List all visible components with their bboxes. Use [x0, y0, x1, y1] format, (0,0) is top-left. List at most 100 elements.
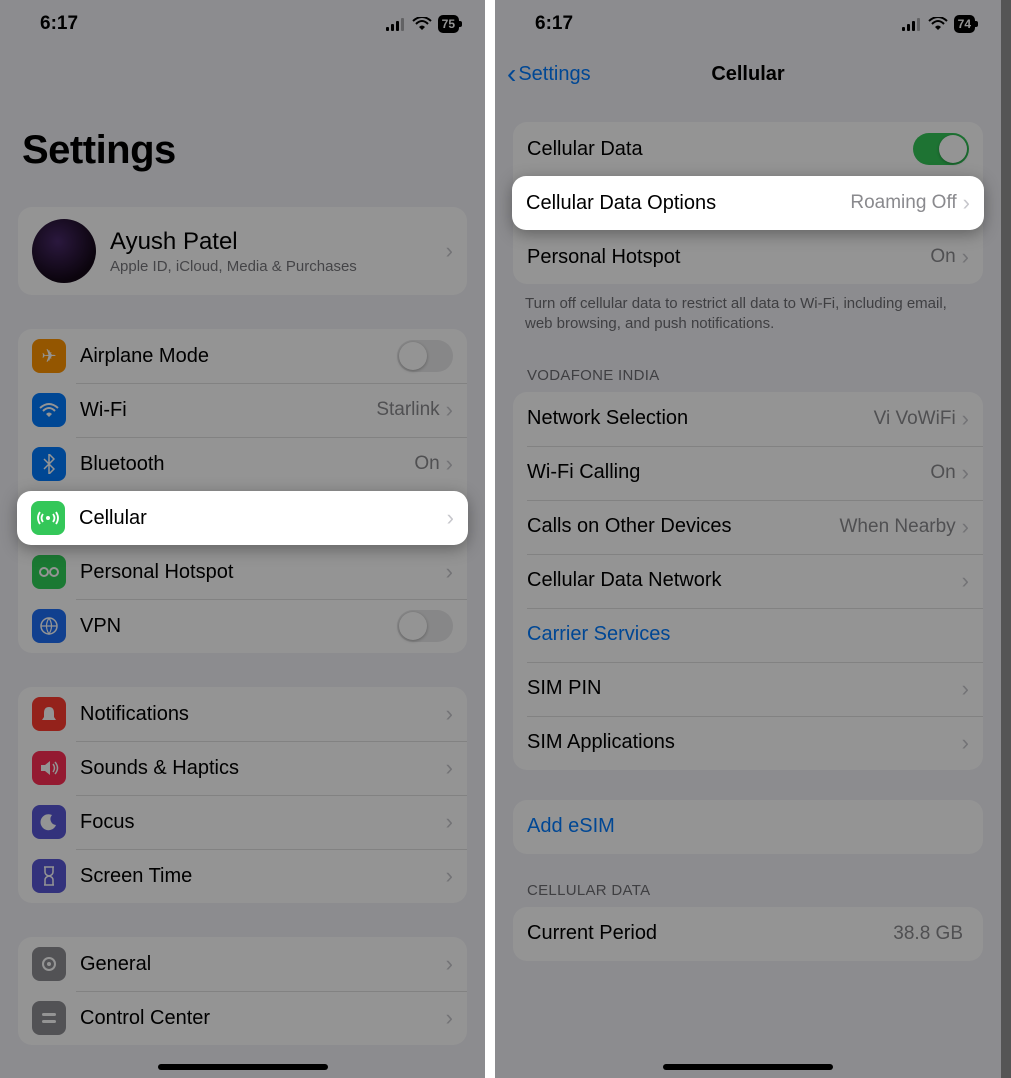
nav-bar: ‹ Settings Cellular: [495, 48, 1001, 100]
sounds-row[interactable]: Sounds & Haptics ›: [18, 741, 467, 795]
cellular-data-toggle[interactable]: [913, 133, 969, 165]
bluetooth-value: On: [414, 453, 439, 475]
cellular-data-network-row[interactable]: Cellular Data Network ›: [513, 554, 983, 608]
system-group: General › Control Center ›: [18, 937, 467, 1045]
current-period-value: 38.8 GB: [893, 923, 963, 945]
hotspot-value: On: [930, 246, 955, 268]
cellular-screen: 6:17 74 ‹ Settings Cellular Cellular Dat…: [495, 0, 1001, 1078]
profile-subtitle: Apple ID, iCloud, Media & Purchases: [110, 258, 446, 275]
bluetooth-label: Bluetooth: [80, 453, 414, 476]
carrier-services-label: Carrier Services: [527, 623, 969, 646]
back-label: Settings: [518, 63, 590, 86]
chevron-right-icon: ›: [962, 406, 969, 432]
chevron-right-icon: ›: [962, 568, 969, 594]
chevron-right-icon: ›: [446, 863, 453, 889]
airplane-mode-row[interactable]: ✈ Airplane Mode: [18, 329, 467, 383]
data-network-label: Cellular Data Network: [527, 569, 962, 592]
personal-hotspot-row[interactable]: Personal Hotspot On ›: [513, 230, 983, 284]
carrier-header: VODAFONE INDIA: [495, 339, 1001, 390]
chevron-right-icon: ›: [962, 460, 969, 486]
general-row[interactable]: General ›: [18, 937, 467, 991]
chevron-right-icon: ›: [962, 730, 969, 756]
hotspot-row[interactable]: Personal Hotspot ›: [18, 545, 467, 599]
wifi-calling-value: On: [930, 462, 955, 484]
sim-applications-row[interactable]: SIM Applications ›: [513, 716, 983, 770]
status-bar: 6:17 75: [0, 0, 485, 48]
connectivity-group: ✈ Airplane Mode Wi-Fi Starlink › Bluetoo…: [18, 329, 467, 653]
hotspot-icon: [32, 555, 66, 589]
back-button[interactable]: ‹ Settings: [507, 60, 591, 88]
chevron-right-icon: ›: [962, 676, 969, 702]
hotspot-label: Personal Hotspot: [80, 561, 446, 584]
profile-name: Ayush Patel: [110, 228, 446, 256]
esim-group: Add eSIM: [513, 800, 983, 854]
avatar: [32, 219, 96, 283]
carrier-group: Network Selection Vi VoWiFi › Wi-Fi Call…: [513, 392, 983, 770]
bluetooth-row[interactable]: Bluetooth On ›: [18, 437, 467, 491]
chevron-right-icon: ›: [446, 1005, 453, 1031]
airplane-toggle[interactable]: [397, 340, 453, 372]
focus-label: Focus: [80, 811, 446, 834]
data-options-label: Cellular Data Options: [526, 192, 850, 215]
control-center-label: Control Center: [80, 1007, 446, 1030]
cellular-row[interactable]: Cellular ›: [17, 491, 468, 545]
status-time: 6:17: [40, 13, 78, 35]
calls-other-label: Calls on Other Devices: [527, 515, 840, 538]
chevron-right-icon: ›: [446, 951, 453, 977]
control-center-row[interactable]: Control Center ›: [18, 991, 467, 1045]
vpn-icon: [32, 609, 66, 643]
cellular-data-options-row[interactable]: Cellular Data Options Roaming Off ›: [512, 176, 984, 230]
home-indicator[interactable]: [158, 1064, 328, 1070]
usage-group: Current Period 38.8 GB: [513, 907, 983, 961]
add-esim-row[interactable]: Add eSIM: [513, 800, 983, 854]
home-indicator[interactable]: [663, 1064, 833, 1070]
screentime-row[interactable]: Screen Time ›: [18, 849, 467, 903]
focus-icon: [32, 805, 66, 839]
notifications-icon: [32, 697, 66, 731]
apple-id-row[interactable]: Ayush Patel Apple ID, iCloud, Media & Pu…: [18, 207, 467, 295]
cellular-label: Cellular: [79, 507, 447, 530]
data-options-value: Roaming Off: [850, 192, 956, 214]
cellular-footer: Turn off cellular data to restrict all d…: [495, 284, 1001, 339]
sounds-label: Sounds & Haptics: [80, 757, 446, 780]
wifi-calling-row[interactable]: Wi-Fi Calling On ›: [513, 446, 983, 500]
wifi-label: Wi-Fi: [80, 399, 376, 422]
control-center-icon: [32, 1001, 66, 1035]
vpn-row[interactable]: VPN: [18, 599, 467, 653]
nav-title: Cellular: [711, 63, 784, 86]
sim-apps-label: SIM Applications: [527, 731, 962, 754]
cellular-signal-icon: [902, 17, 922, 31]
hotspot-label: Personal Hotspot: [527, 246, 930, 269]
chevron-right-icon: ›: [446, 397, 453, 423]
sim-pin-label: SIM PIN: [527, 677, 962, 700]
cellular-data-row[interactable]: Cellular Data: [513, 122, 983, 176]
battery-icon: 75: [438, 15, 459, 33]
airplane-label: Airplane Mode: [80, 345, 397, 368]
calls-other-devices-row[interactable]: Calls on Other Devices When Nearby ›: [513, 500, 983, 554]
calls-other-value: When Nearby: [840, 516, 956, 538]
vpn-toggle[interactable]: [397, 610, 453, 642]
network-selection-row[interactable]: Network Selection Vi VoWiFi ›: [513, 392, 983, 446]
network-selection-value: Vi VoWiFi: [874, 408, 956, 430]
screentime-icon: [32, 859, 66, 893]
carrier-services-row[interactable]: Carrier Services: [513, 608, 983, 662]
page-title: Settings: [0, 48, 485, 193]
chevron-right-icon: ›: [446, 755, 453, 781]
chevron-right-icon: ›: [446, 559, 453, 585]
current-period-row[interactable]: Current Period 38.8 GB: [513, 907, 983, 961]
current-period-label: Current Period: [527, 922, 893, 945]
status-time: 6:17: [535, 13, 573, 35]
general-label: General: [80, 953, 446, 976]
chevron-right-icon: ›: [963, 190, 970, 216]
wifi-row[interactable]: Wi-Fi Starlink ›: [18, 383, 467, 437]
cellular-signal-icon: [386, 17, 406, 31]
sim-pin-row[interactable]: SIM PIN ›: [513, 662, 983, 716]
chevron-left-icon: ‹: [507, 60, 516, 88]
notifications-label: Notifications: [80, 703, 446, 726]
notifications-row[interactable]: Notifications ›: [18, 687, 467, 741]
focus-row[interactable]: Focus ›: [18, 795, 467, 849]
cellular-main-group: Cellular Data Cellular Data Options Roam…: [513, 122, 983, 284]
chevron-right-icon: ›: [446, 238, 453, 264]
airplane-icon: ✈: [32, 339, 66, 373]
alerts-group: Notifications › Sounds & Haptics › Focus…: [18, 687, 467, 903]
